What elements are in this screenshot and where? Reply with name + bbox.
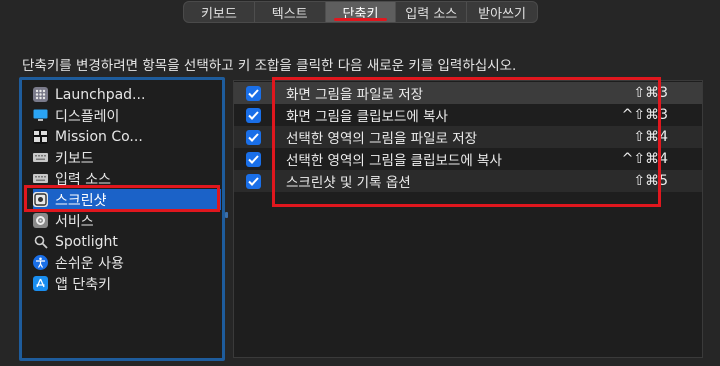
sidebar-item-label: 서비스 <box>55 213 94 230</box>
tab-label: 텍스트 <box>271 6 308 22</box>
sidebar-item-services[interactable]: 서비스 <box>33 210 221 231</box>
sidebar-item-label: 앱 단축키 <box>55 276 111 293</box>
tab-dictation[interactable]: 받아쓰기 <box>467 2 537 22</box>
checkbox[interactable] <box>246 173 261 189</box>
sidebar-item-label: 손쉬운 사용 <box>55 255 124 272</box>
checkbox[interactable] <box>246 107 261 123</box>
annotation-highlight-box <box>24 185 220 212</box>
accessibility-icon <box>33 255 48 270</box>
tab-label: 입력 소스 <box>405 6 458 22</box>
tab-label: 받아쓰기 <box>478 6 526 22</box>
tab-keyboard[interactable]: 키보드 <box>184 2 255 22</box>
magnifier-icon <box>33 234 48 249</box>
sidebar-item-mission-control[interactable]: Mission Co... <box>33 126 221 147</box>
sidebar-item-label: Spotlight <box>55 233 118 250</box>
tab-shortcuts[interactable]: 단축키 <box>325 2 397 22</box>
sidebar-item-label: 디스플레이 <box>55 108 120 125</box>
scroll-indicator <box>225 212 228 218</box>
sidebar-item-app-shortcuts[interactable]: 앱 단축키 <box>33 273 221 294</box>
checkbox[interactable] <box>246 129 261 145</box>
tab-input-sources[interactable]: 입력 소스 <box>396 2 468 22</box>
checkbox[interactable] <box>246 85 261 101</box>
app-store-icon <box>33 276 48 291</box>
sidebar-item-launchpad[interactable]: Launchpad... <box>33 84 221 105</box>
mission-control-icon <box>33 129 48 144</box>
annotation-underline <box>333 18 388 21</box>
tab-text[interactable]: 텍스트 <box>255 2 326 22</box>
display-icon <box>33 108 48 123</box>
segmented-tab-bar: 키보드 텍스트 단축키 입력 소스 받아쓰기 <box>183 1 538 23</box>
checkbox[interactable] <box>246 151 261 167</box>
gear-icon <box>33 213 48 228</box>
sidebar-item-label: Launchpad... <box>55 86 146 103</box>
category-list[interactable]: Launchpad... 디스플레이 Mission Co... 키보드 입력 … <box>19 77 225 361</box>
sidebar-item-display[interactable]: 디스플레이 <box>33 105 221 126</box>
sidebar-item-keyboard[interactable]: 키보드 <box>33 147 221 168</box>
instruction-text: 단축키를 변경하려면 항목을 선택하고 키 조합을 클릭한 다음 새로운 키를 … <box>22 58 517 74</box>
input-sources-icon <box>33 171 48 186</box>
annotation-highlight-box <box>272 77 661 207</box>
sidebar-item-label: 키보드 <box>55 150 94 167</box>
sidebar-item-spotlight[interactable]: Spotlight <box>33 231 221 252</box>
sidebar-item-label: Mission Co... <box>55 128 143 145</box>
tab-label: 키보드 <box>200 6 237 22</box>
launchpad-icon <box>33 87 48 102</box>
sidebar-item-accessibility[interactable]: 손쉬운 사용 <box>33 252 221 273</box>
keyboard-icon <box>33 150 48 165</box>
